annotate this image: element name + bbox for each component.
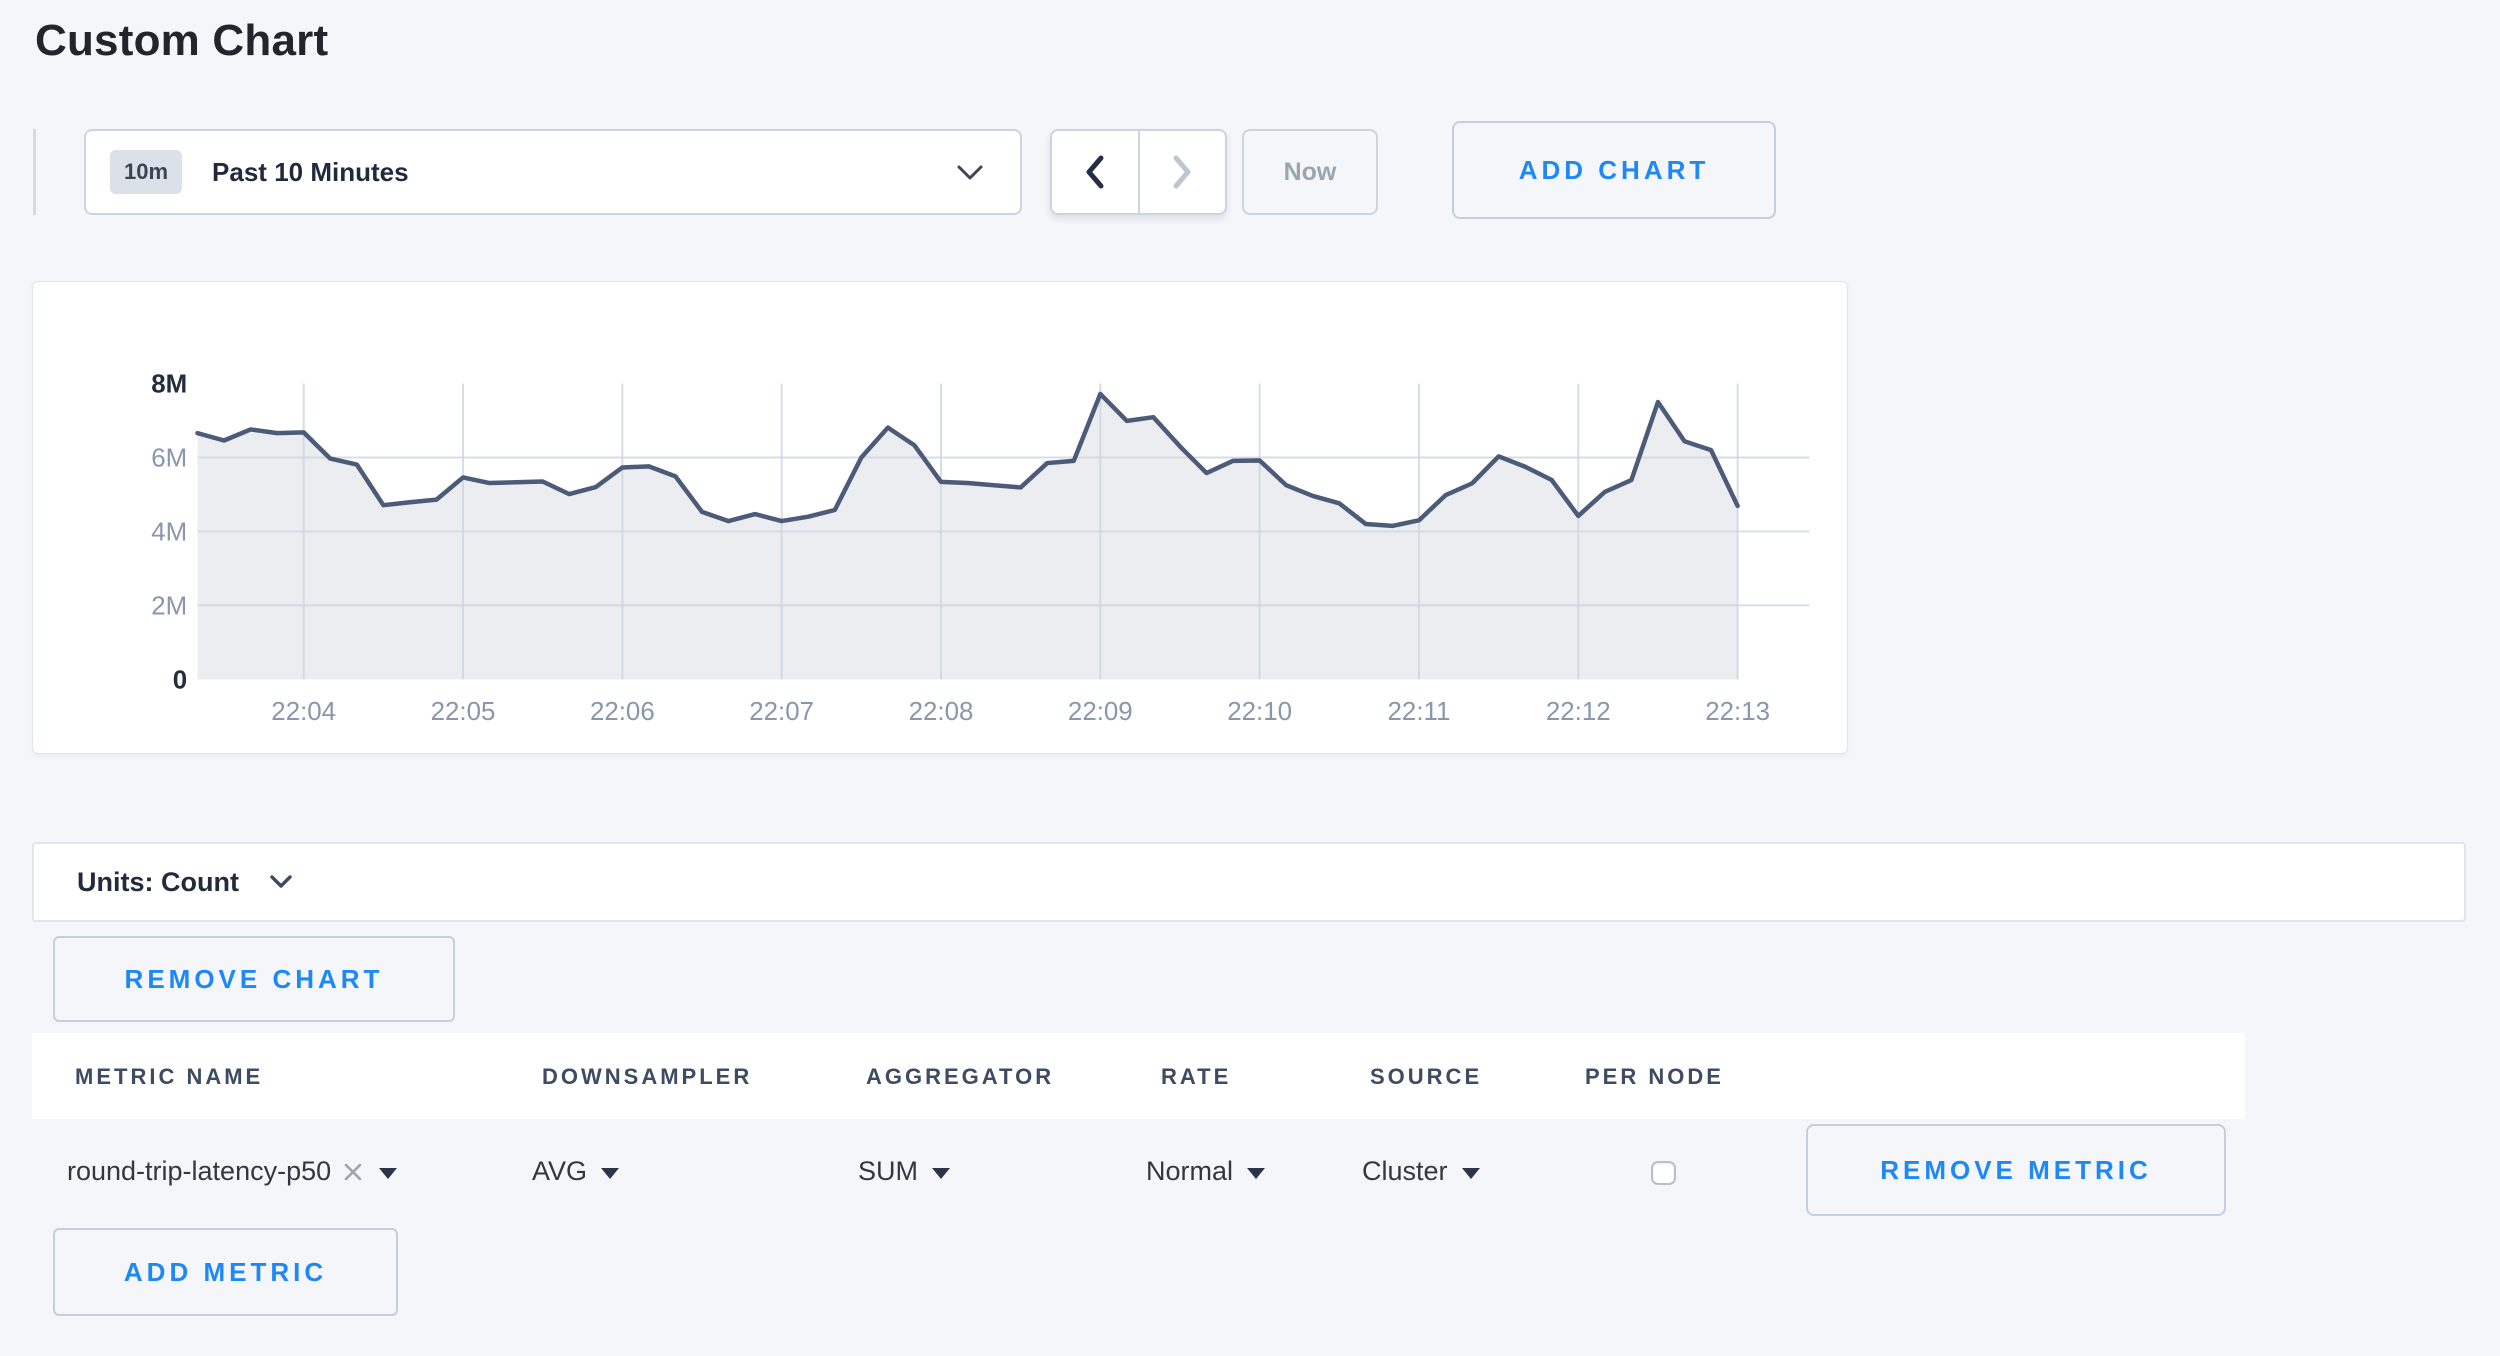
metric-name-dropdown[interactable]: round-trip-latency-p50 [67,1119,397,1224]
units-label: Units: Count [77,867,239,898]
next-window-button[interactable] [1140,131,1226,213]
caret-down-icon [1247,1168,1265,1179]
remove-metric-button[interactable]: REMOVE METRIC [1806,1124,2226,1216]
downsampler-dropdown[interactable]: AVG [532,1119,619,1224]
caret-down-icon [932,1168,950,1179]
per-node-checkbox[interactable] [1651,1161,1676,1185]
metric-name-value: round-trip-latency-p50 [67,1156,331,1187]
svg-text:22:05: 22:05 [431,698,496,726]
prev-window-button[interactable] [1052,131,1140,213]
svg-text:8M: 8M [151,371,187,399]
time-range-label: Past 10 Minutes [212,157,409,188]
svg-text:6M: 6M [151,444,187,472]
add-metric-button[interactable]: ADD METRIC [53,1228,398,1316]
svg-text:22:04: 22:04 [271,698,336,726]
time-range-badge: 10m [110,150,182,194]
source-dropdown[interactable]: Cluster [1362,1119,1480,1224]
svg-text:0: 0 [173,666,187,694]
aggregator-value: SUM [858,1156,918,1187]
svg-text:22:06: 22:06 [590,698,655,726]
svg-text:2M: 2M [151,592,187,620]
svg-text:22:08: 22:08 [909,698,974,726]
timeseries-area-chart[interactable]: 8M 6M 4M 2M 0 22:04 22:05 22:06 22:07 22:08 22:09 2… [33,282,1847,753]
chevron-down-icon [269,874,293,890]
svg-text:22:11: 22:11 [1388,698,1451,726]
col-header-rate: RATE [1161,1064,1231,1090]
svg-text:22:13: 22:13 [1705,698,1770,726]
metrics-table-header: METRIC NAME DOWNSAMPLER AGGREGATOR RATE … [32,1033,2245,1119]
svg-text:4M: 4M [151,518,187,546]
svg-text:22:09: 22:09 [1068,698,1133,726]
chart-card: 8M 6M 4M 2M 0 22:04 22:05 22:06 22:07 22:08 22:09 2… [32,281,1848,754]
col-header-source: SOURCE [1370,1064,1482,1090]
svg-text:22:10: 22:10 [1227,698,1292,726]
time-window-nav [1050,129,1227,215]
remove-metric-x-icon[interactable] [341,1160,365,1184]
time-range-dropdown[interactable]: 10m Past 10 Minutes [84,129,1022,215]
add-chart-button[interactable]: ADD CHART [1452,121,1776,219]
svg-text:22:07: 22:07 [749,698,814,726]
remove-chart-button[interactable]: REMOVE CHART [53,936,455,1022]
page-title: Custom Chart [35,16,328,66]
col-header-downsampler: DOWNSAMPLER [542,1064,752,1090]
svg-text:22:12: 22:12 [1546,698,1611,726]
range-divider [33,129,36,215]
now-button[interactable]: Now [1242,129,1378,215]
chevron-down-icon [956,164,984,182]
caret-down-icon [601,1168,619,1179]
rate-value: Normal [1146,1156,1233,1187]
chevron-left-icon [1082,154,1108,190]
col-header-per-node: PER NODE [1585,1064,1724,1090]
aggregator-dropdown[interactable]: SUM [858,1119,950,1224]
col-header-aggregator: AGGREGATOR [866,1064,1054,1090]
custom-chart-page: Custom Chart 10m Past 10 Minutes Now ADD… [0,0,2500,1356]
caret-down-icon [1462,1168,1480,1179]
rate-dropdown[interactable]: Normal [1146,1119,1265,1224]
downsampler-value: AVG [532,1156,587,1187]
units-dropdown[interactable]: Units: Count [32,842,2466,922]
chevron-right-icon [1169,154,1195,190]
source-value: Cluster [1362,1156,1448,1187]
caret-down-icon [379,1168,397,1179]
col-header-metric-name: METRIC NAME [75,1064,263,1090]
